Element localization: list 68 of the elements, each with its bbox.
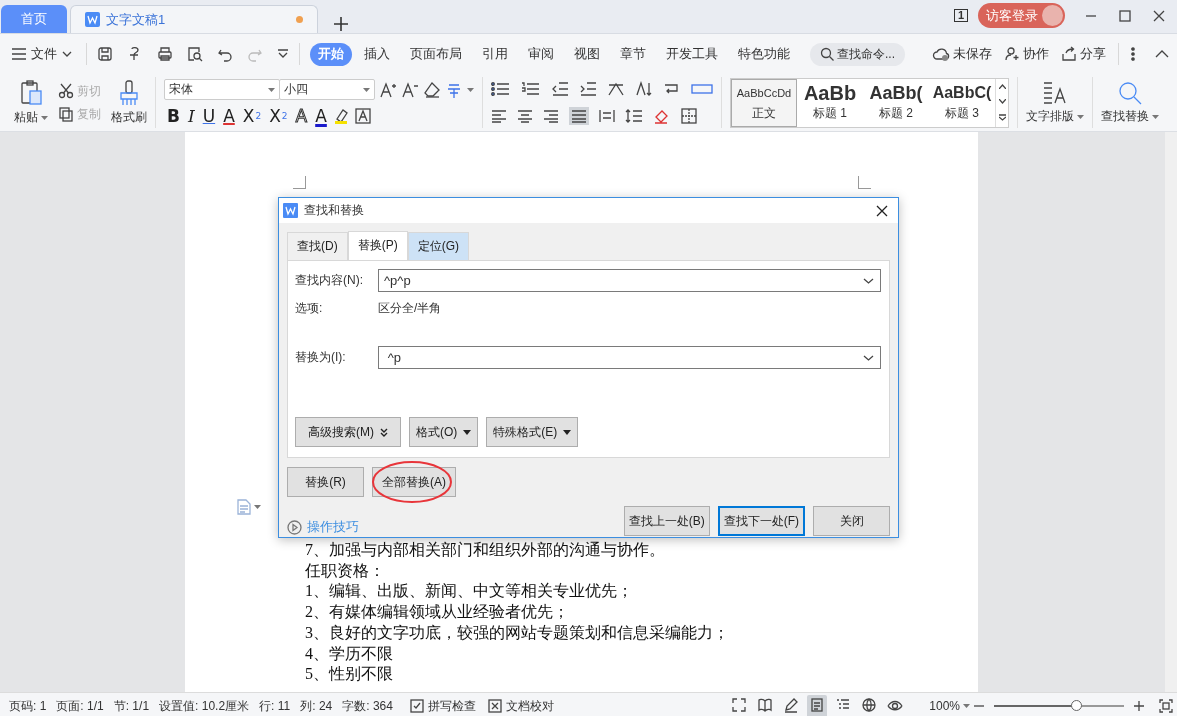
document-line: 5、性别不限: [305, 664, 394, 685]
format-button[interactable]: A: [292, 106, 311, 126]
ribbon-tab[interactable]: 插入: [356, 42, 398, 66]
find-field[interactable]: ^p^p: [378, 269, 881, 292]
replace-button[interactable]: 全部替换(A): [372, 467, 456, 497]
font-size-field[interactable]: 小四: [279, 79, 375, 100]
style-preset[interactable]: AaBbCcDd 正文: [731, 78, 797, 127]
format-button[interactable]: A: [312, 106, 330, 126]
option-button[interactable]: 高级搜索(M): [295, 417, 401, 447]
ribbon-tab[interactable]: 引用: [474, 42, 516, 66]
ribbon-tab[interactable]: 开发工具: [658, 42, 726, 66]
format-button[interactable]: X$^{2}$: [239, 106, 265, 126]
dialog-button[interactable]: 关闭: [813, 506, 890, 536]
field-label: 替换为(I):: [295, 349, 347, 366]
ribbon-tab[interactable]: 视图: [566, 42, 608, 66]
status-tool[interactable]: 拼写检查: [409, 697, 476, 715]
page-count-badge[interactable]: 1: [953, 9, 968, 22]
ribbon-tab[interactable]: 章节: [612, 42, 654, 66]
status-item: 页码: 1: [8, 697, 48, 715]
ribbon-tab[interactable]: 特色功能: [730, 42, 798, 66]
paste-button[interactable]: 粘贴: [14, 79, 48, 126]
dialog-button[interactable]: 查找下一处(F): [717, 506, 805, 536]
option-button[interactable]: 格式(O): [409, 417, 479, 447]
style-preset[interactable]: AaBb 标题 1: [797, 78, 863, 127]
format-button[interactable]: U: [199, 106, 219, 126]
status-item: 设置值: 10.2厘米: [158, 697, 251, 715]
style-preset[interactable]: AaBb( 标题 2: [863, 78, 929, 127]
status-item: 字数: 364: [341, 697, 394, 715]
document-line: 3、良好的文字功底，较强的网站专题策划和信息采编能力；: [305, 622, 730, 643]
document-tab[interactable]: 文字文稿1: [70, 5, 318, 33]
zoom-level[interactable]: 100%: [929, 699, 970, 713]
options-value: 区分全/半角: [378, 300, 442, 317]
toolbar-action[interactable]: 协作: [1004, 45, 1049, 63]
format-button[interactable]: B: [164, 106, 183, 126]
document-line: 2、有媒体编辑领域从业经验者优先；: [305, 602, 570, 623]
dialog-tab[interactable]: 替换(P): [347, 231, 408, 260]
dialog-tab[interactable]: 查找(D): [287, 232, 348, 260]
format-button[interactable]: I: [184, 106, 198, 126]
document-line: 1、编辑、出版、新闻、中文等相关专业优先；: [305, 581, 634, 602]
replace-field[interactable]: ^p: [378, 346, 881, 369]
find-replace-button[interactable]: 查找替换: [1101, 80, 1159, 125]
font-name-field[interactable]: 宋体: [164, 79, 280, 100]
format-button[interactable]: A: [220, 106, 238, 126]
ribbon-tab[interactable]: 页面布局: [402, 42, 470, 66]
login-button[interactable]: 访客登录: [978, 3, 1065, 28]
status-item: 页面: 1/1: [55, 697, 105, 715]
command-search-field[interactable]: 查找命令...: [810, 42, 905, 66]
toolbar-action[interactable]: 未保存: [932, 45, 992, 63]
toolbar-action[interactable]: 分享: [1061, 45, 1106, 63]
document-line: 4、学历不限: [305, 643, 394, 664]
ribbon-tab[interactable]: 审阅: [520, 42, 562, 66]
document-line: 7、加强与内部相关部门和组织外部的沟通与协作。: [305, 540, 666, 560]
status-item: 列: 24: [299, 697, 334, 715]
dialog-tab[interactable]: 定位(G): [407, 232, 469, 260]
status-item: 节: 1/1: [112, 697, 151, 715]
field-label: 查找内容(N):: [295, 272, 364, 289]
document-line: 任职资格：: [305, 560, 386, 581]
status-tool[interactable]: 文档校对: [487, 697, 554, 715]
style-preset[interactable]: AaBbC( 标题 3: [929, 78, 995, 127]
file-menu[interactable]: 文件: [8, 45, 76, 63]
format-painter-button[interactable]: 格式刷: [111, 79, 147, 126]
text-layout-button[interactable]: 文字排版: [1026, 80, 1084, 125]
dialog-title: 查找和替换: [304, 202, 364, 219]
status-item: 行: 11: [258, 697, 292, 715]
replace-button[interactable]: 替换(R): [287, 467, 364, 497]
dialog-button[interactable]: 查找上一处(B): [623, 506, 710, 536]
field-label: 选项:: [295, 300, 324, 317]
option-button[interactable]: 特殊格式(E): [486, 417, 579, 447]
